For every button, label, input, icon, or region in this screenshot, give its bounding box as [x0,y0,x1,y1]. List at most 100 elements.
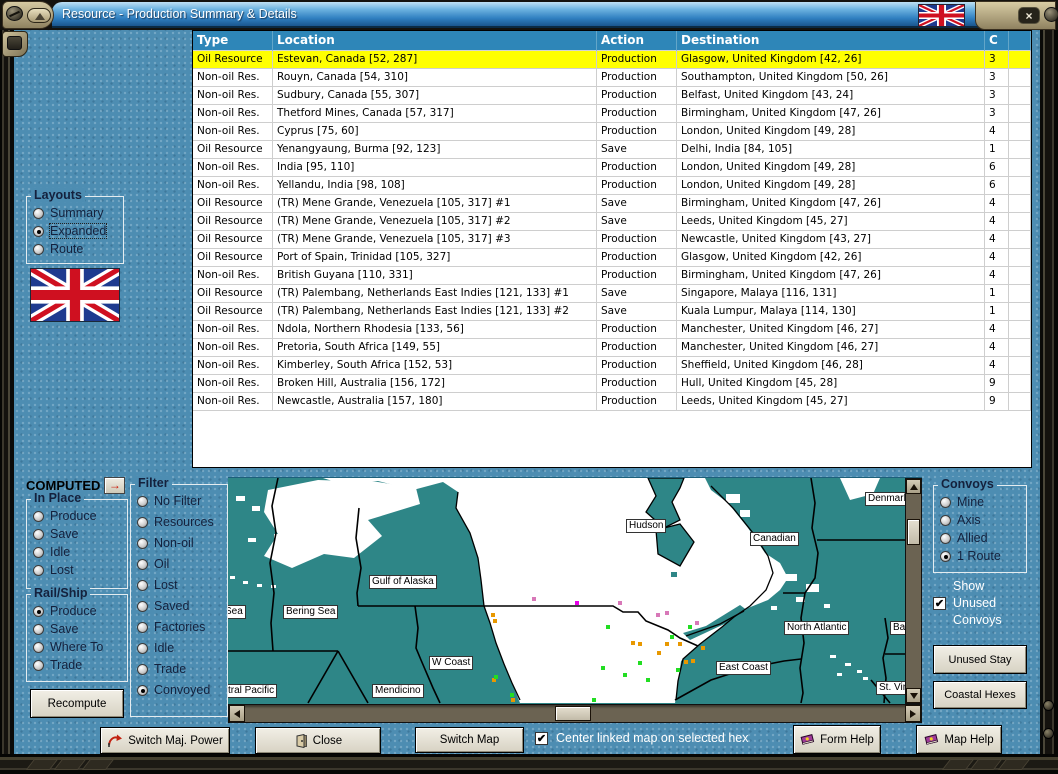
cell-location: Sudbury, Canada [55, 307] [273,87,597,105]
close-button[interactable]: Close [255,727,381,754]
show-unused-checkbox[interactable]: ✔ [933,597,946,610]
unused-stay-button[interactable]: Unused Stay [933,645,1027,674]
radio-option[interactable]: Mine [940,495,1026,509]
cell-location: Rouyn, Canada [54, 310] [273,69,597,87]
table-row[interactable]: Non-oil Res. Broken Hill, Australia [156… [193,375,1031,393]
table-row[interactable]: Non-oil Res. Pretoria, South Africa [149… [193,339,1031,357]
radio-option[interactable]: Non-oil [137,536,227,550]
scroll-down-button[interactable] [906,688,921,703]
coastal-hexes-button[interactable]: Coastal Hexes [933,681,1027,709]
cell-destination: Manchester, United Kingdom [46, 27] [677,339,985,357]
table-row[interactable]: Oil Resource (TR) Mene Grande, Venezuela… [193,213,1031,231]
table-row[interactable]: Non-oil Res. Thetford Mines, Canada [57,… [193,105,1031,123]
radio-option[interactable]: No Filter [137,494,227,508]
close-window-icon[interactable]: × [1018,7,1040,24]
convoys-group: Convoys Mine Axis Allied 1 Route [933,477,1027,573]
radio-option[interactable]: Trade [33,658,127,672]
map-zone-label: Bering Sea [283,605,339,619]
table-row[interactable]: Non-oil Res. Sudbury, Canada [55, 307] P… [193,87,1031,105]
scroll-right-button[interactable] [905,705,921,722]
table-row[interactable]: Oil Resource Port of Spain, Trinidad [10… [193,249,1031,267]
radio-icon [33,546,44,558]
table-row[interactable]: Non-oil Res. Rouyn, Canada [54, 310] Pro… [193,69,1031,87]
radio-option[interactable]: Produce [33,509,127,523]
radio-icon [137,579,148,591]
radio-option[interactable]: Convoyed [137,683,227,697]
radio-option[interactable]: Expanded [33,223,123,239]
window-system-icon[interactable] [2,1,54,29]
vertical-scroll-thumb[interactable] [907,519,920,545]
table-row[interactable]: Oil Resource (TR) Palembang, Netherlands… [193,303,1031,321]
radio-option[interactable]: Summary [33,206,123,220]
radio-option[interactable]: Saved [137,599,227,613]
col-header-location[interactable]: Location [273,31,597,51]
radio-label: Summary [50,206,104,220]
map-resource-dot [676,668,680,672]
col-header-destination[interactable]: Destination [677,31,985,51]
table-row[interactable]: Non-oil Res. Yellandu, India [98, 108] P… [193,177,1031,195]
map-vertical-scrollbar[interactable] [905,478,922,704]
window-frame-bottom [0,754,1058,774]
switch-major-power-button[interactable]: Switch Maj. Power [100,727,230,754]
scroll-left-button[interactable] [229,705,245,722]
form-help-button[interactable]: Form Help [793,725,881,754]
radio-option[interactable]: Produce [33,604,127,618]
cell-convoys: 4 [985,249,1009,267]
table-row[interactable]: Non-oil Res. Ndola, Northern Rhodesia [1… [193,321,1031,339]
radio-label: Axis [957,513,981,527]
map-horizontal-scrollbar[interactable] [228,704,922,723]
radio-icon [33,528,44,540]
table-row[interactable]: Oil Resource (TR) Palembang, Netherlands… [193,285,1031,303]
scroll-up-button[interactable] [906,479,921,494]
radio-option[interactable]: 1 Route [940,549,1026,563]
radio-option[interactable]: Trade [137,662,227,676]
table-row[interactable]: Oil Resource Estevan, Canada [52, 287] P… [193,51,1031,69]
radio-option[interactable]: Where To [33,640,127,654]
titlebar[interactable]: Resource - Production Summary & Details … [0,0,1058,30]
radio-option[interactable]: Save [33,527,127,541]
table-row[interactable]: Oil Resource Yenangyaung, Burma [92, 123… [193,141,1031,159]
cell-action: Save [597,303,677,321]
table-row[interactable]: Oil Resource (TR) Mene Grande, Venezuela… [193,195,1031,213]
radio-label: Save [50,527,79,541]
minimize-triangle-icon[interactable] [27,8,51,23]
cell-destination: Belfast, United Kingdom [43, 24] [677,87,985,105]
map-help-button[interactable]: Map Help [916,725,1002,754]
radio-label: Where To [50,640,104,654]
col-header-action[interactable]: Action [597,31,677,51]
radio-option[interactable]: Oil [137,557,227,571]
cell-location: Ndola, Northern Rhodesia [133, 56] [273,321,597,339]
table-row[interactable]: Oil Resource (TR) Mene Grande, Venezuela… [193,231,1031,249]
rail-ship-group: Rail/Ship Produce Save Where To Trade [26,586,128,682]
col-header-convoys[interactable]: C [985,31,1009,51]
computed-arrow-button[interactable]: → [104,477,126,494]
table-row[interactable]: Non-oil Res. Cyprus [75, 60] Production … [193,123,1031,141]
radio-option[interactable]: Allied [940,531,1026,545]
map-canvas[interactable]: Hudson Canadian Denmark North Atlantic East … [228,478,905,704]
center-linked-map-checkbox[interactable]: ✔ [535,731,548,745]
radio-option[interactable]: Route [33,242,123,256]
table-row[interactable]: Non-oil Res. British Guyana [110, 331] P… [193,267,1031,285]
radio-option[interactable]: Idle [33,545,127,559]
horizontal-scroll-thumb[interactable] [555,706,591,721]
radio-option[interactable]: Factories [137,620,227,634]
table-row[interactable]: Non-oil Res. Newcastle, Australia [157, … [193,393,1031,411]
recompute-button[interactable]: Recompute [30,689,124,718]
radio-label: Non-oil [154,536,194,550]
col-header-type[interactable]: Type [193,31,273,51]
radio-label: Save [50,622,79,636]
cell-destination: Southampton, United Kingdom [50, 26] [677,69,985,87]
exit-door-icon [296,733,307,748]
switch-map-button[interactable]: Switch Map [415,727,524,753]
radio-option[interactable]: Lost [137,578,227,592]
radio-option[interactable]: Axis [940,513,1026,527]
table-row[interactable]: Non-oil Res. India [95, 110] Production … [193,159,1031,177]
radio-label: Lost [154,578,178,592]
radio-option[interactable]: Idle [137,641,227,655]
table-row[interactable]: Non-oil Res. Kimberley, South Africa [15… [193,357,1031,375]
radio-option[interactable]: Save [33,622,127,636]
map-resource-dot [665,611,669,615]
radio-option[interactable]: Lost [33,563,127,577]
radio-icon [137,642,148,654]
radio-option[interactable]: Resources [137,515,227,529]
